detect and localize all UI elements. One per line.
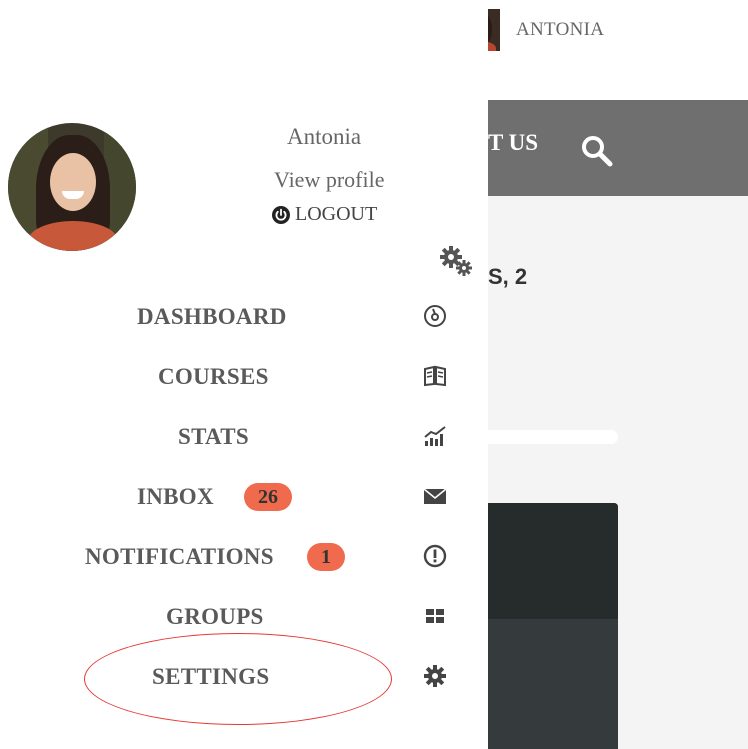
sidebar-item-label: NOTIFICATIONS [85,544,274,569]
power-icon [272,205,290,224]
background-card-header [488,503,618,619]
sidebar-item-label: COURSES [158,364,269,389]
gears-icon[interactable] [438,244,474,278]
sidebar-item-stats[interactable]: STATS [0,418,488,462]
settings-highlight-ring [84,633,392,725]
logout-button[interactable]: LOGOUT [271,203,377,226]
sidebar-item-dashboard[interactable]: DASHBOARD [0,298,488,342]
topbar-username[interactable]: ANTONIA [516,19,604,41]
background-nav-label[interactable]: T US [488,130,538,156]
inbox-count-badge: 26 [244,483,292,511]
book-icon [424,365,446,387]
sidebar-item-label: STATS [178,424,249,449]
gear-icon [424,665,446,687]
sidebar-item-inbox[interactable]: INBOX 26 [0,478,488,522]
background-card [488,503,618,749]
envelope-icon [423,488,447,504]
sidebar-item-label: INBOX [137,484,214,509]
view-profile-link[interactable]: View profile [274,167,384,193]
sidebar-item-label: GROUPS [166,604,264,629]
logout-label: LOGOUT [295,203,378,225]
sidebar-item-courses[interactable]: COURSES [0,358,488,402]
dashboard-icon [424,305,446,327]
search-icon[interactable] [580,134,614,168]
sidebar-item-notifications[interactable]: NOTIFICATIONS 1 [0,538,488,582]
background-heading: S, 2 [488,264,528,289]
profile-avatar[interactable] [8,123,136,251]
profile-name: Antonia [287,124,362,149]
background-progress-bar [488,430,618,444]
notifications-count-badge: 1 [307,543,345,571]
sidebar-drawer: Antonia View profile LOGOUT DASHBOARD CO… [0,0,488,749]
alert-icon [423,544,447,568]
groups-icon [426,609,444,623]
chart-icon [424,426,446,446]
sidebar-item-label: DASHBOARD [137,304,287,329]
